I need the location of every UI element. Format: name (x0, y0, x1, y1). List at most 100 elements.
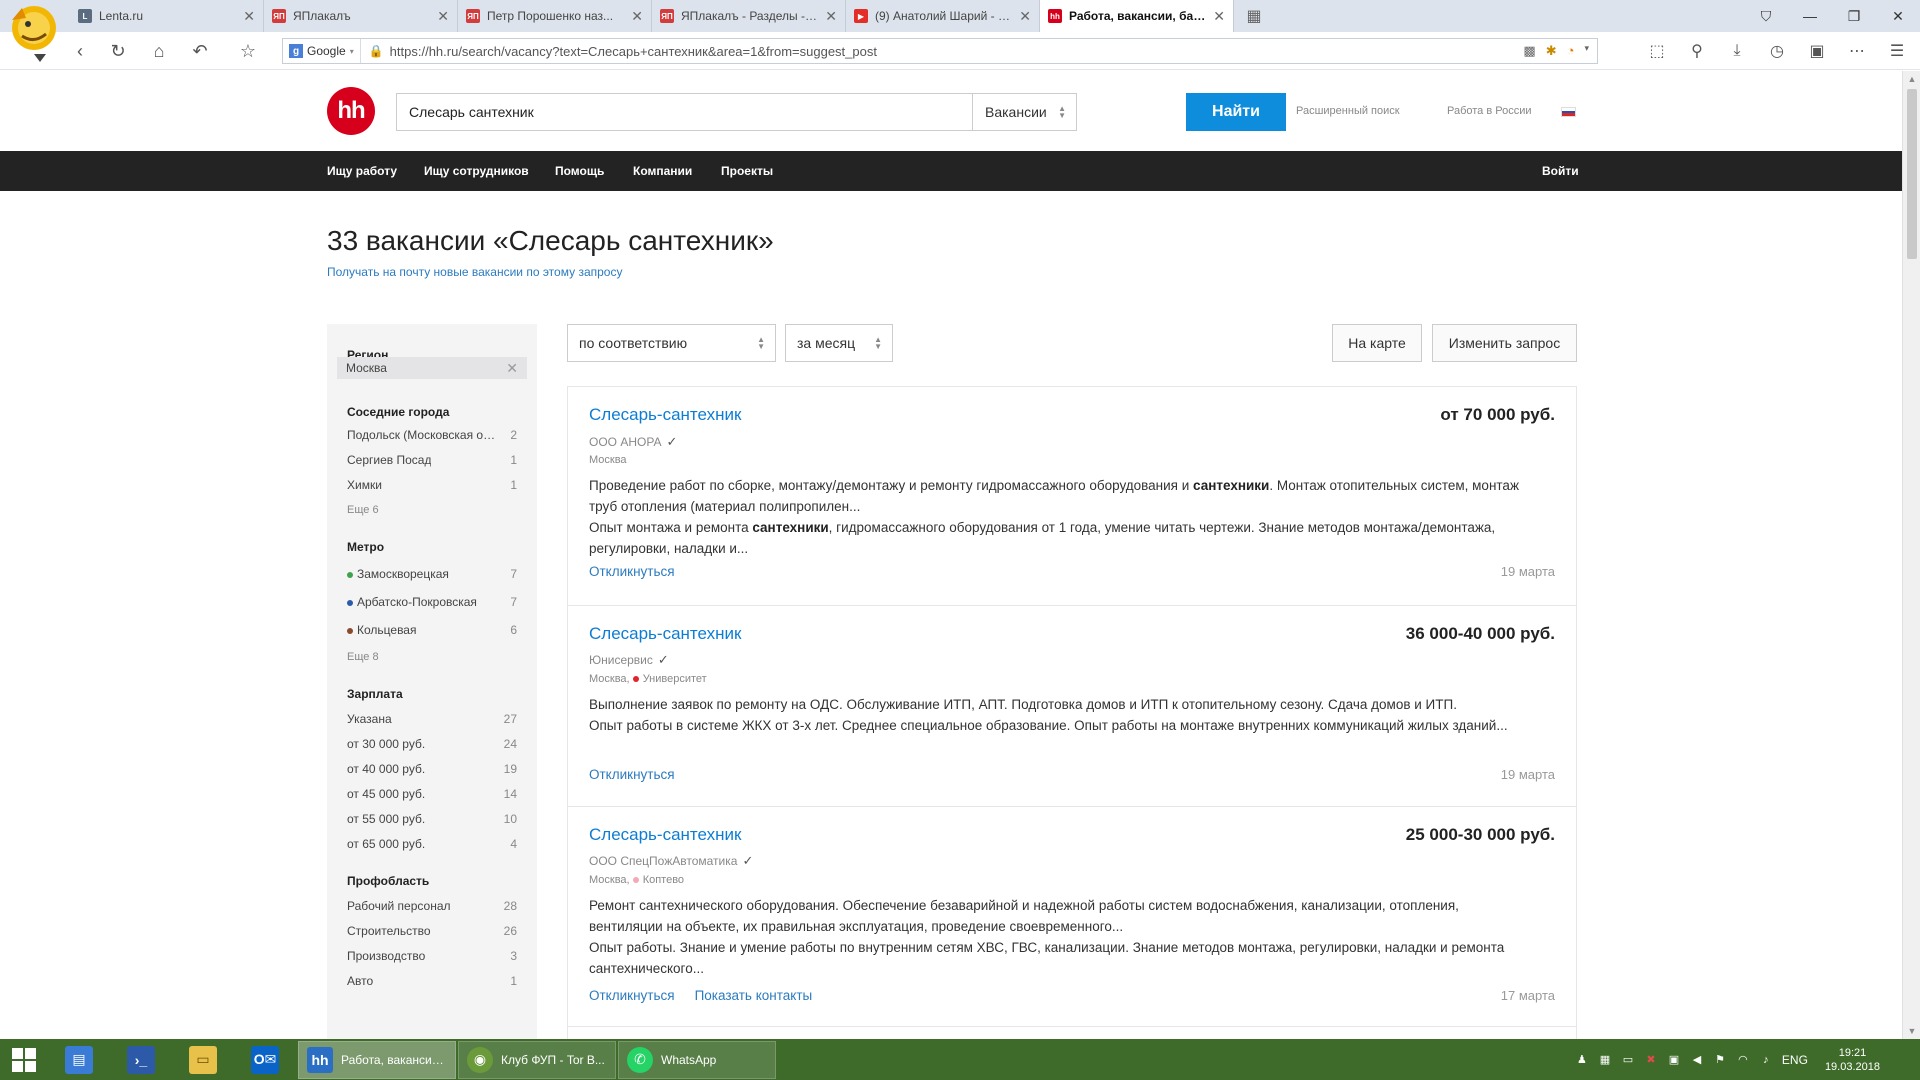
adblock-icon[interactable]: ✱ (1546, 43, 1557, 59)
vacancy-company[interactable]: Юнисервис ✓ (589, 652, 669, 668)
browser-tab[interactable]: ЯП ЯПлакалъ ✕ (264, 0, 458, 32)
close-icon[interactable]: ✕ (1213, 8, 1225, 25)
respond-link[interactable]: Откликнуться (589, 988, 675, 1003)
respond-link[interactable]: Откликнуться (589, 767, 675, 782)
speed-dial-icon[interactable]: ◷ (1764, 38, 1790, 64)
vacancy-title-link[interactable]: Слесарь-сантехник (589, 405, 741, 425)
filter-item[interactable]: от 30 000 руб. 24 (347, 737, 517, 751)
scroll-down-icon[interactable]: ▼ (1903, 1023, 1920, 1039)
search-icon[interactable]: ⚲ (1684, 38, 1710, 64)
menu-item-companies[interactable]: Компании (633, 164, 692, 178)
filter-item[interactable]: Замоскворецкая 7 (347, 567, 517, 581)
wallet-icon[interactable]: ▣ (1804, 38, 1830, 64)
vacancy-company[interactable]: ООО СпецПожАвтоматика ✓ (589, 853, 753, 869)
filter-item[interactable]: от 65 000 руб. 4 (347, 837, 517, 851)
rss-icon[interactable]: ◔ (1567, 43, 1575, 59)
filter-item[interactable]: Подольск (Московская об... 2 (347, 428, 517, 442)
taskbar-app[interactable]: ▤ (48, 1039, 110, 1080)
search-engine-selector[interactable]: g Google ▾ (283, 39, 361, 63)
tab-overview-icon[interactable]: ▦ (1234, 0, 1274, 32)
address-bar[interactable]: g Google ▾ 🔒 https://hh.ru/search/vacanc… (282, 38, 1598, 64)
user-icon[interactable]: ♟ (1575, 1053, 1589, 1067)
show-contacts-link[interactable]: Показать контакты (695, 988, 813, 1003)
filter-item[interactable]: Указана 27 (347, 712, 517, 726)
filter-item[interactable]: Строительство 26 (347, 924, 517, 938)
undo-close-icon[interactable]: ↶ (186, 38, 214, 64)
clock[interactable]: 19:21 19.03.2018 (1825, 1046, 1880, 1074)
flag-icon[interactable]: ⚑ (1713, 1053, 1727, 1067)
url-text[interactable]: https://hh.ru/search/vacancy?text=Слесар… (390, 44, 1524, 59)
bookmark-star-icon[interactable]: ☆ (234, 38, 262, 64)
filter-item[interactable]: от 45 000 руб. 14 (347, 787, 517, 801)
vacancy-company[interactable]: ООО АНОРА ✓ (589, 434, 677, 450)
close-icon[interactable]: ✕ (631, 8, 643, 25)
close-icon[interactable]: ✕ (825, 8, 837, 25)
volume-icon[interactable]: ◀ (1690, 1053, 1704, 1067)
taskbar-window[interactable]: ◉ Клуб ФУП - Tor B... (458, 1040, 616, 1079)
qr-code-icon[interactable]: ▩ (1523, 43, 1535, 59)
minimize-icon[interactable]: — (1788, 0, 1832, 32)
region-chip[interactable]: Москва ✕ (337, 357, 527, 379)
browser-tab-active[interactable]: hh Работа, вакансии, база... ✕ (1040, 0, 1234, 32)
browser-tab[interactable]: L Lenta.ru ✕ (70, 0, 264, 32)
display-icon[interactable]: ▭ (1621, 1053, 1635, 1067)
language-indicator[interactable]: ENG (1782, 1053, 1808, 1067)
taskbar-app[interactable]: ›_ (110, 1039, 172, 1080)
map-button[interactable]: На карте (1332, 324, 1422, 362)
respond-link[interactable]: Откликнуться (589, 564, 675, 579)
chevron-down-icon[interactable]: ▾ (1584, 43, 1589, 59)
taskbar-app[interactable]: O✉ (234, 1039, 296, 1080)
lock-icon[interactable]: 🔒 (369, 44, 384, 58)
close-icon[interactable]: ✕ (1019, 8, 1031, 25)
show-more-link[interactable]: Еще 6 (347, 504, 379, 516)
home-icon[interactable]: ⌂ (145, 38, 173, 64)
hh-logo[interactable]: hh (327, 87, 375, 135)
maximize-icon[interactable]: ❐ (1832, 0, 1876, 32)
menu-item-projects[interactable]: Проекты (721, 164, 773, 178)
start-button[interactable] (0, 1039, 48, 1080)
filter-item[interactable]: Химки 1 (347, 478, 517, 492)
menu-item-help[interactable]: Помощь (555, 164, 604, 178)
browser-logo-icon[interactable] (4, 0, 72, 68)
search-type-select[interactable]: Вакансии ▲ ▼ (972, 94, 1076, 130)
filter-item[interactable]: Арбатско-Покровская 7 (347, 595, 517, 609)
antivirus-icon[interactable]: ✖ (1644, 1053, 1658, 1067)
scroll-thumb[interactable] (1907, 89, 1917, 259)
filter-item[interactable]: Рабочий персонал 28 (347, 899, 517, 913)
russian-flag-icon[interactable] (1561, 107, 1576, 117)
filter-item[interactable]: от 40 000 руб. 19 (347, 762, 517, 776)
subscribe-link[interactable]: Получать на почту новые вакансии по этом… (327, 265, 622, 279)
menu-icon[interactable]: ☰ (1884, 38, 1910, 64)
speaker-icon[interactable]: ♪ (1759, 1053, 1773, 1067)
menu-item-find-employees[interactable]: Ищу сотрудников (424, 164, 529, 178)
download-icon[interactable]: ⤓ (1724, 38, 1750, 64)
taskbar-window[interactable]: hh Работа, вакансии... (298, 1040, 456, 1079)
filter-item[interactable]: от 55 000 руб. 10 (347, 812, 517, 826)
wifi-icon[interactable]: ◠ (1736, 1053, 1750, 1067)
close-window-icon[interactable]: ✕ (1876, 0, 1920, 32)
period-select[interactable]: за месяц ▲ ▼ (785, 324, 893, 362)
taskbar-app[interactable]: ▭ (172, 1039, 234, 1080)
search-input[interactable] (397, 94, 972, 130)
change-query-button[interactable]: Изменить запрос (1432, 324, 1577, 362)
reload-icon[interactable]: ↻ (104, 38, 132, 64)
find-button[interactable]: Найти (1186, 93, 1286, 131)
work-in-russia-link[interactable]: Работа в России (1447, 105, 1532, 117)
filter-item[interactable]: Кольцевая 6 (347, 623, 517, 637)
page-scrollbar[interactable]: ▲ ▼ (1902, 71, 1920, 1039)
snapshot-icon[interactable]: ⬚ (1644, 38, 1670, 64)
sort-select[interactable]: по соответствию ▲ ▼ (567, 324, 776, 362)
close-icon[interactable]: ✕ (506, 360, 518, 377)
menu-item-find-job[interactable]: Ищу работу (327, 164, 397, 178)
close-icon[interactable]: ✕ (243, 8, 255, 25)
show-more-link[interactable]: Еще 8 (347, 651, 379, 663)
filter-item[interactable]: Сергиев Посад 1 (347, 453, 517, 467)
close-icon[interactable]: ✕ (437, 8, 449, 25)
browser-tab[interactable]: ЯП Петр Порошенко наз... ✕ (458, 0, 652, 32)
browser-tab[interactable]: ЯП ЯПлакалъ - Разделы -> ... ✕ (652, 0, 846, 32)
taskbar-window[interactable]: ✆ WhatsApp (618, 1040, 776, 1079)
filter-item[interactable]: Производство 3 (347, 949, 517, 963)
scroll-up-icon[interactable]: ▲ (1903, 71, 1920, 87)
vacancy-title-link[interactable]: Слесарь-сантехник (589, 825, 741, 845)
advanced-search-link[interactable]: Расширенный поиск (1296, 105, 1400, 117)
